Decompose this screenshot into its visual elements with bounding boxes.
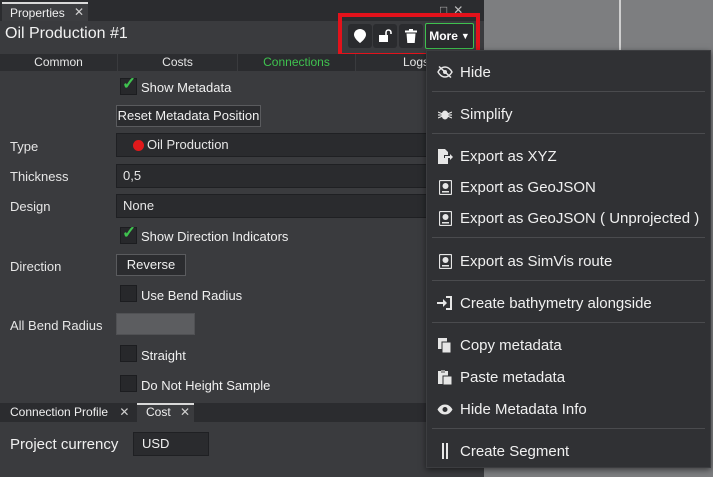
use-bend-radius-label: Use Bend Radius — [141, 288, 243, 303]
show-direction-label: Show Direction Indicators — [141, 229, 289, 244]
tab-connection-profile-label: Connection Profile — [10, 405, 109, 419]
type-select[interactable]: Oil Production — [116, 133, 428, 157]
menu-item-create-segment[interactable]: Create Segment — [427, 438, 710, 464]
geojson-icon — [436, 210, 454, 226]
more-menu: Hide Simplify Export as XYZ Export as Ge… — [426, 50, 711, 468]
tab-cost-label: Cost — [146, 405, 171, 419]
bottom-tabstrip: Connection Profile ✕ Cost ✕ — [0, 403, 490, 422]
viewport-divider — [619, 0, 621, 50]
menu-divider — [432, 322, 705, 323]
menu-item-label: Create bathymetry alongside — [460, 294, 652, 312]
check-icon: ✓ — [122, 74, 137, 93]
section-tabs: Common Costs Connections Logs — [0, 54, 429, 71]
tab-common[interactable]: Common — [0, 54, 118, 71]
type-value: Oil Production — [147, 137, 229, 152]
all-bend-radius-label: All Bend Radius — [10, 318, 103, 333]
direction-label: Direction — [10, 259, 62, 274]
type-color-icon — [133, 140, 144, 151]
export-icon — [436, 148, 454, 164]
menu-item-label: Export as GeoJSON — [460, 178, 596, 196]
no-height-sample-label: Do Not Height Sample — [141, 378, 271, 393]
bug-icon — [436, 107, 454, 121]
design-label: Design — [10, 199, 51, 214]
show-direction-checkbox[interactable]: ✓ — [120, 223, 137, 244]
segment-icon — [436, 443, 454, 459]
tab-connections[interactable]: Connections — [238, 54, 356, 71]
menu-item-create-bathymetry[interactable]: Create bathymetry alongside — [427, 290, 710, 316]
show-metadata-checkbox[interactable]: ✓ — [120, 74, 137, 95]
currency-select[interactable]: USD — [133, 432, 209, 456]
tab-logs[interactable]: Logs — [356, 54, 429, 71]
menu-item-hide[interactable]: Hide — [427, 59, 710, 85]
menu-item-label: Simplify — [460, 105, 513, 123]
reset-metadata-button[interactable]: Reset Metadata Position — [116, 105, 261, 127]
simvis-icon — [436, 253, 454, 269]
menu-item-label: Hide — [460, 63, 491, 81]
copy-icon — [436, 337, 454, 353]
menu-item-export-xyz[interactable]: Export as XYZ — [427, 143, 710, 169]
menu-divider — [432, 428, 705, 429]
show-metadata-label: Show Metadata — [141, 80, 232, 95]
menu-item-label: Hide Metadata Info — [460, 400, 587, 418]
all-bend-radius-input[interactable] — [116, 313, 195, 335]
type-label: Type — [10, 139, 39, 154]
check-icon: ✓ — [122, 223, 137, 242]
tab-connection-profile[interactable]: Connection Profile ✕ — [0, 403, 132, 422]
menu-item-label: Export as SimVis route — [460, 252, 613, 270]
use-bend-radius-checkbox[interactable] — [120, 285, 137, 302]
menu-item-label: Export as GeoJSON ( Unprojected ) — [460, 209, 700, 227]
straight-label: Straight — [141, 348, 186, 363]
close-icon[interactable]: ✕ — [119, 405, 129, 419]
thickness-input[interactable]: 0,5 — [116, 164, 428, 188]
design-select[interactable]: None — [116, 194, 428, 218]
menu-item-label: Copy metadata — [460, 336, 562, 354]
paste-icon — [436, 369, 454, 385]
tab-cost[interactable]: Cost ✕ — [137, 403, 194, 422]
menu-item-copy-metadata[interactable]: Copy metadata — [427, 332, 710, 358]
menu-item-paste-metadata[interactable]: Paste metadata — [427, 364, 710, 390]
menu-divider — [432, 133, 705, 134]
menu-item-export-geojson[interactable]: Export as GeoJSON — [427, 174, 710, 200]
menu-divider — [432, 237, 705, 238]
tab-properties[interactable]: Properties ✕ — [2, 2, 88, 21]
reverse-button[interactable]: Reverse — [116, 254, 186, 276]
geojson-icon — [436, 179, 454, 195]
page-title: Oil Production #1 — [5, 25, 128, 42]
menu-item-simplify[interactable]: Simplify — [427, 101, 710, 127]
menu-item-label: Export as XYZ — [460, 147, 557, 165]
menu-item-hide-metadata-info[interactable]: Hide Metadata Info — [427, 396, 710, 422]
eye-slash-icon — [436, 66, 454, 78]
close-icon[interactable]: ✕ — [74, 5, 84, 19]
menu-divider — [432, 280, 705, 281]
close-icon[interactable]: ✕ — [180, 405, 190, 419]
menu-item-label: Create Segment — [460, 442, 570, 460]
menu-item-export-simvis[interactable]: Export as SimVis route — [427, 248, 710, 274]
tab-properties-label: Properties — [10, 6, 65, 20]
straight-checkbox[interactable] — [120, 345, 137, 362]
tab-costs[interactable]: Costs — [118, 54, 238, 71]
eye-icon — [436, 404, 454, 415]
no-height-sample-checkbox[interactable] — [120, 375, 137, 392]
menu-item-export-geojson-unprojected[interactable]: Export as GeoJSON ( Unprojected ) — [427, 205, 710, 231]
menu-item-label: Paste metadata — [460, 368, 566, 386]
menu-divider — [432, 91, 705, 92]
sign-in-icon — [436, 296, 454, 310]
thickness-label: Thickness — [10, 169, 69, 184]
currency-label: Project currency — [10, 436, 119, 453]
